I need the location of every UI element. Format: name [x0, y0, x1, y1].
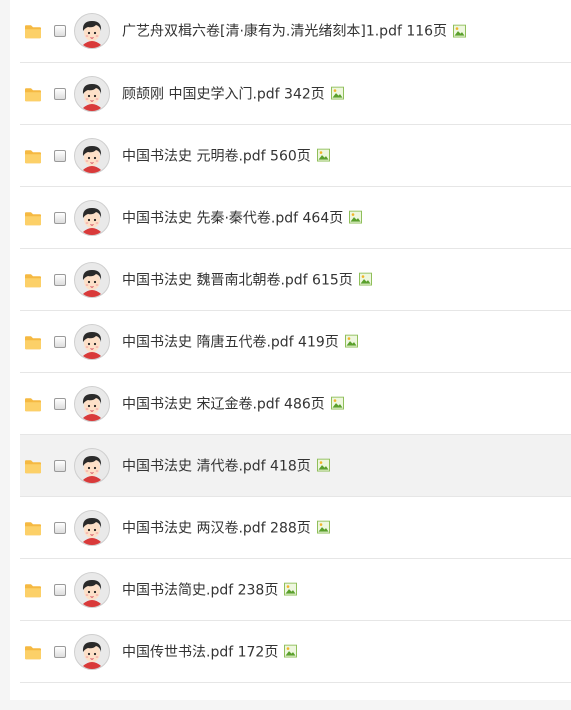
file-row[interactable]: 中国书法史 两汉卷.pdf 288页 — [20, 497, 571, 559]
file-name[interactable]: 中国书法史 元明卷.pdf 560页 — [122, 145, 311, 165]
file-name-link[interactable]: 顾颉刚 中国史学入门.pdf 342页 — [122, 83, 344, 103]
file-name-link[interactable]: 中国书法简史.pdf 238页 — [122, 579, 298, 599]
file-name[interactable]: 顾颉刚 中国史学入门.pdf 342页 — [122, 83, 325, 103]
file-row[interactable]: 广艺舟双楫六卷[清·康有为.清光绪刻本]1.pdf 116页 — [20, 0, 571, 63]
file-row[interactable]: 中国书法史 清代卷.pdf 418页 — [20, 435, 571, 497]
image-icon[interactable] — [453, 24, 467, 38]
user-avatar[interactable] — [74, 509, 110, 546]
select-checkbox[interactable] — [54, 211, 66, 224]
file-row[interactable]: 中国书法史 宋辽金卷.pdf 486页 — [20, 373, 571, 435]
file-list: 广艺舟双楫六卷[清·康有为.清光绪刻本]1.pdf 116页 顾颉刚 中国史学入… — [20, 0, 571, 683]
file-list-panel: 广艺舟双楫六卷[清·康有为.清光绪刻本]1.pdf 116页 顾颉刚 中国史学入… — [10, 0, 571, 700]
file-name-link[interactable]: 中国书法史 元明卷.pdf 560页 — [122, 145, 330, 165]
file-name[interactable]: 中国书法史 两汉卷.pdf 288页 — [122, 517, 311, 537]
file-name-link[interactable]: 中国书法史 隋唐五代卷.pdf 419页 — [122, 331, 358, 351]
file-name[interactable]: 中国书法史 隋唐五代卷.pdf 419页 — [122, 331, 339, 351]
file-name-link[interactable]: 广艺舟双楫六卷[清·康有为.清光绪刻本]1.pdf 116页 — [122, 21, 467, 41]
file-name[interactable]: 中国书法简史.pdf 238页 — [122, 579, 278, 599]
file-name[interactable]: 中国书法史 先秦·秦代卷.pdf 464页 — [122, 207, 343, 227]
file-name[interactable]: 中国书法史 魏晋南北朝卷.pdf 615页 — [122, 269, 353, 289]
file-name-link[interactable]: 中国书法史 两汉卷.pdf 288页 — [122, 517, 330, 537]
image-icon[interactable] — [316, 458, 330, 472]
user-avatar[interactable] — [74, 323, 110, 360]
select-checkbox[interactable] — [54, 273, 66, 286]
user-avatar[interactable] — [74, 199, 110, 236]
folder-icon — [25, 397, 41, 411]
folder-icon — [25, 335, 41, 349]
user-avatar[interactable] — [74, 13, 110, 49]
user-avatar[interactable] — [74, 633, 110, 670]
folder-icon — [25, 25, 41, 39]
file-row[interactable]: 顾颉刚 中国史学入门.pdf 342页 — [20, 63, 571, 125]
select-checkbox[interactable] — [54, 335, 66, 348]
file-name-link[interactable]: 中国书法史 先秦·秦代卷.pdf 464页 — [122, 207, 363, 227]
user-avatar[interactable] — [74, 137, 110, 174]
file-row[interactable]: 中国书法史 元明卷.pdf 560页 — [20, 125, 571, 187]
folder-icon — [25, 645, 41, 659]
select-checkbox[interactable] — [54, 25, 66, 37]
folder-icon — [25, 459, 41, 473]
user-avatar[interactable] — [74, 447, 110, 484]
file-name[interactable]: 中国传世书法.pdf 172页 — [122, 641, 278, 661]
image-icon[interactable] — [330, 396, 344, 410]
image-icon[interactable] — [284, 644, 298, 658]
user-avatar[interactable] — [74, 261, 110, 298]
file-name-link[interactable]: 中国书法史 魏晋南北朝卷.pdf 615页 — [122, 269, 372, 289]
file-name-link[interactable]: 中国书法史 清代卷.pdf 418页 — [122, 455, 330, 475]
file-name-link[interactable]: 中国传世书法.pdf 172页 — [122, 641, 298, 661]
file-name-link[interactable]: 中国书法史 宋辽金卷.pdf 486页 — [122, 393, 344, 413]
select-checkbox[interactable] — [54, 459, 66, 472]
file-name[interactable]: 中国书法史 宋辽金卷.pdf 486页 — [122, 393, 325, 413]
image-icon[interactable] — [358, 272, 372, 286]
folder-icon — [25, 87, 41, 101]
image-icon[interactable] — [316, 520, 330, 534]
file-row[interactable]: 中国书法史 魏晋南北朝卷.pdf 615页 — [20, 249, 571, 311]
file-row[interactable]: 中国书法简史.pdf 238页 — [20, 559, 571, 621]
select-checkbox[interactable] — [54, 87, 66, 100]
image-icon[interactable] — [316, 148, 330, 162]
image-icon[interactable] — [344, 334, 358, 348]
select-checkbox[interactable] — [54, 645, 66, 658]
file-row[interactable]: 中国书法史 隋唐五代卷.pdf 419页 — [20, 311, 571, 373]
image-icon[interactable] — [330, 86, 344, 100]
image-icon[interactable] — [284, 582, 298, 596]
user-avatar[interactable] — [74, 75, 110, 112]
user-avatar[interactable] — [74, 385, 110, 422]
folder-icon — [25, 273, 41, 287]
folder-icon — [25, 211, 41, 225]
image-icon[interactable] — [349, 210, 363, 224]
select-checkbox[interactable] — [54, 583, 66, 596]
file-row[interactable]: 中国书法史 先秦·秦代卷.pdf 464页 — [20, 187, 571, 249]
select-checkbox[interactable] — [54, 149, 66, 162]
select-checkbox[interactable] — [54, 397, 66, 410]
file-name[interactable]: 广艺舟双楫六卷[清·康有为.清光绪刻本]1.pdf 116页 — [122, 21, 447, 41]
user-avatar[interactable] — [74, 571, 110, 608]
select-checkbox[interactable] — [54, 521, 66, 534]
folder-icon — [25, 583, 41, 597]
file-name[interactable]: 中国书法史 清代卷.pdf 418页 — [122, 455, 311, 475]
folder-icon — [25, 149, 41, 163]
file-row[interactable]: 中国传世书法.pdf 172页 — [20, 621, 571, 683]
folder-icon — [25, 521, 41, 535]
